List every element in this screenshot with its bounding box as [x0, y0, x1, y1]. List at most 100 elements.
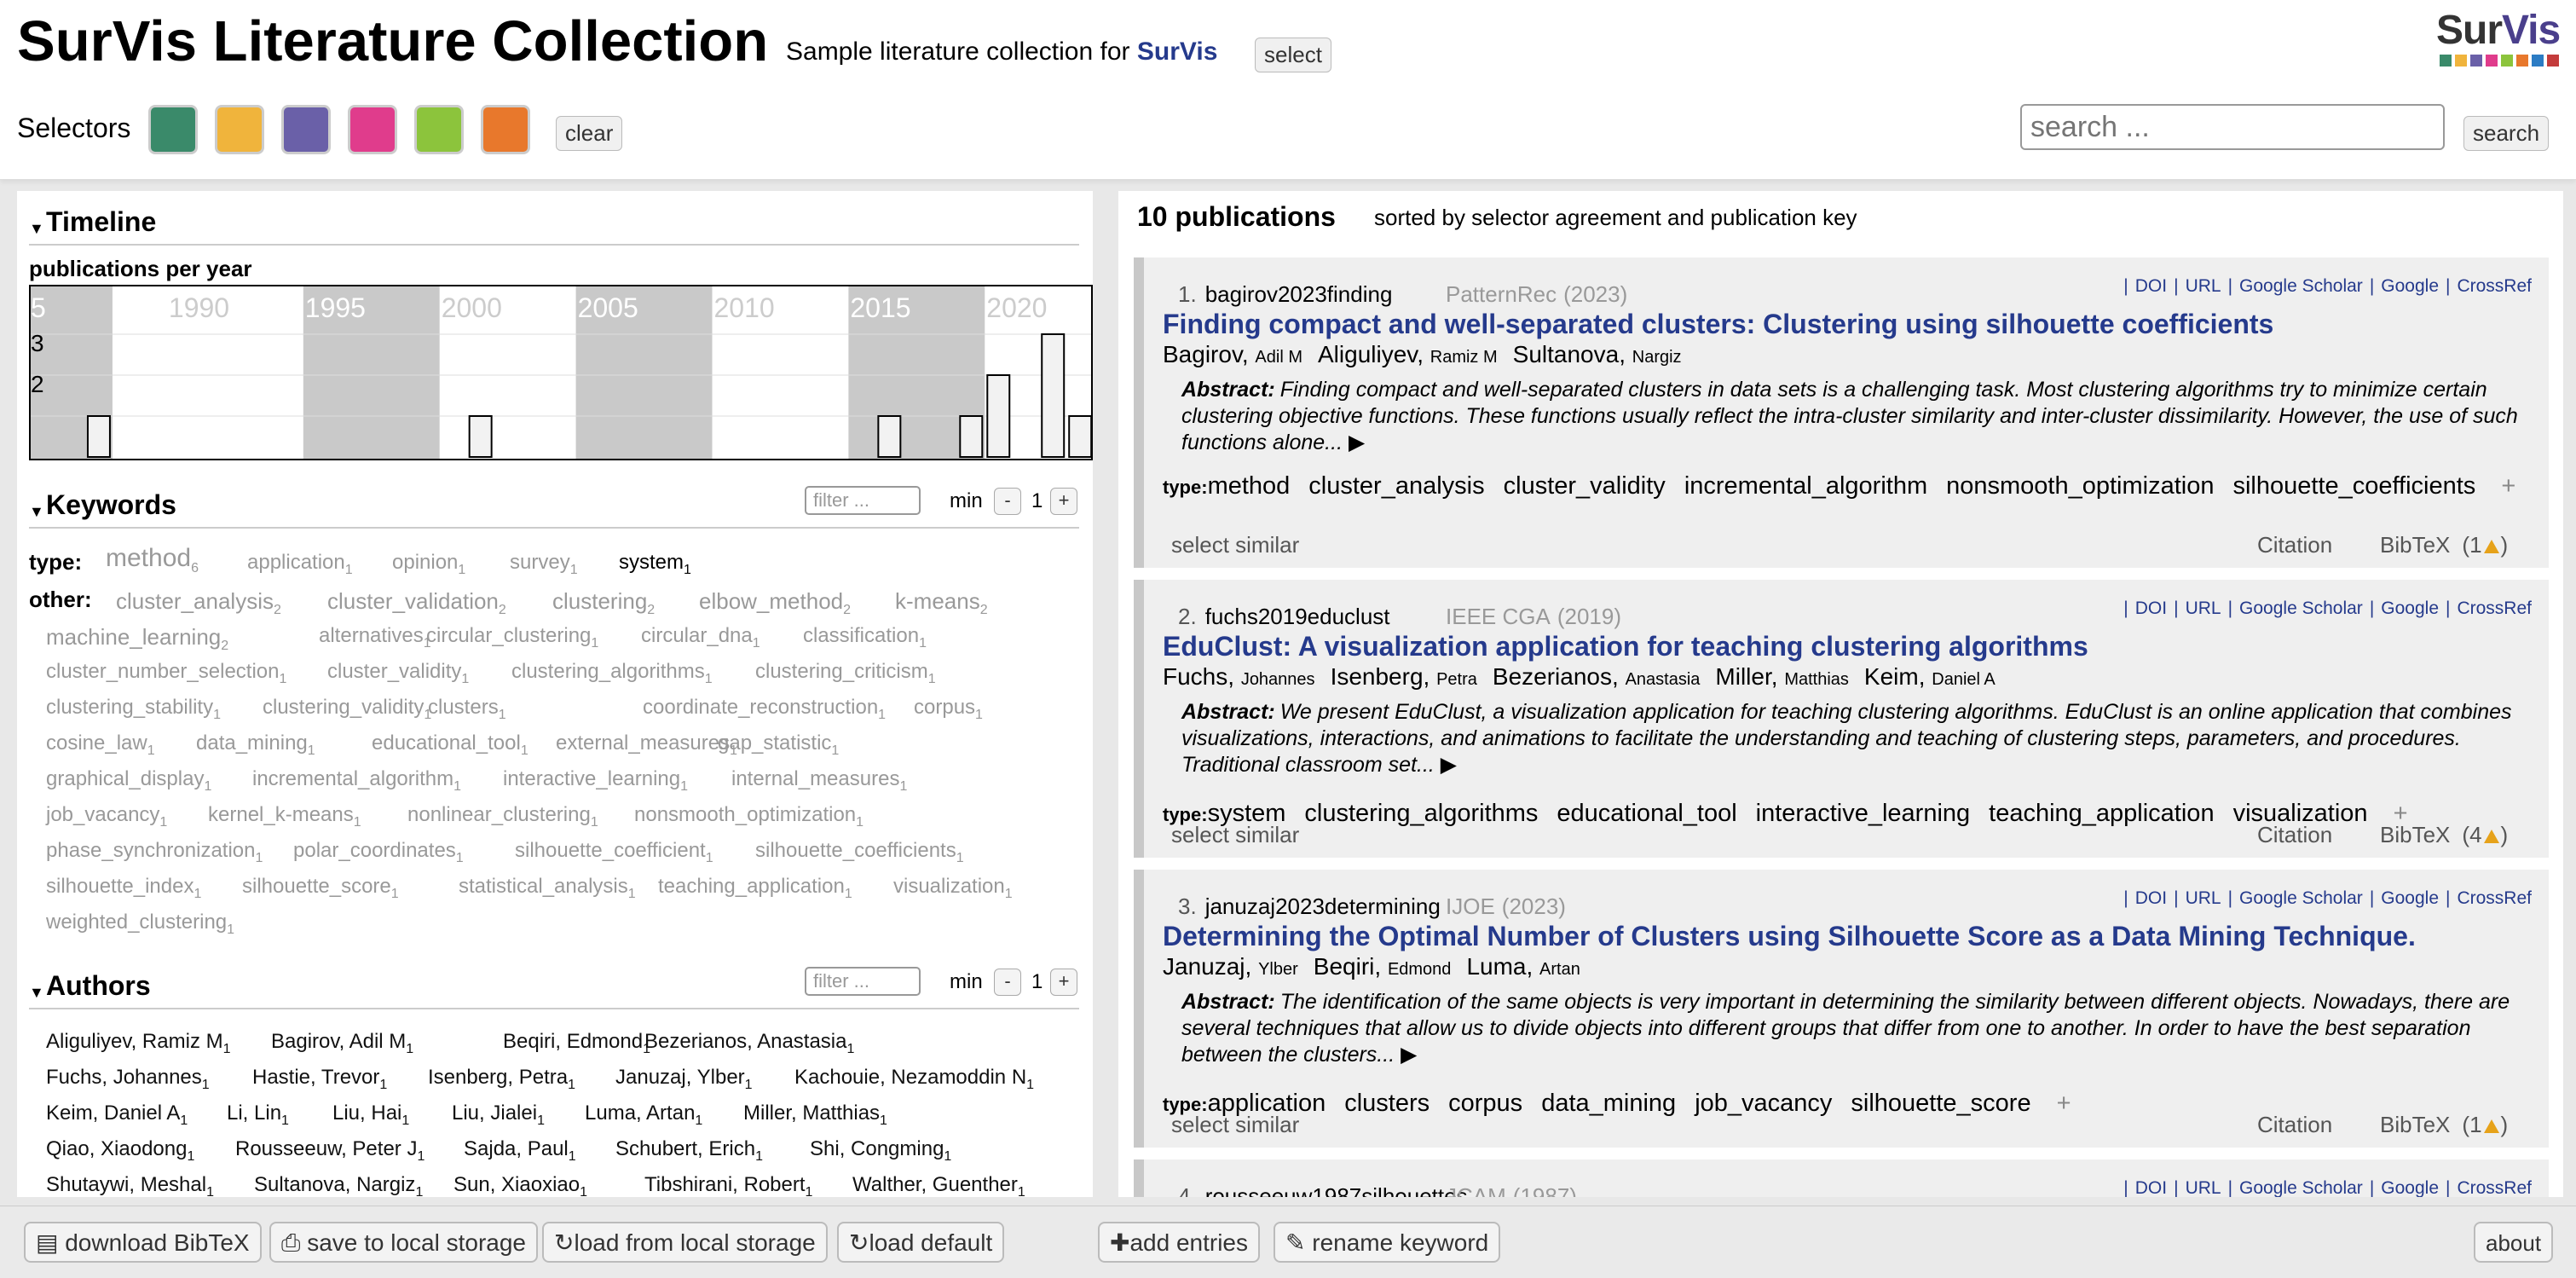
author-last-name[interactable]: Januzaj [1163, 953, 1245, 980]
link-doi[interactable]: DOI [2135, 276, 2167, 296]
keyword-item[interactable]: elbow_method2 [699, 588, 851, 618]
author-item[interactable]: Schubert, Erich1 [615, 1137, 763, 1165]
link-google-scholar[interactable]: Google Scholar [2239, 888, 2363, 908]
selector-button-3[interactable] [281, 105, 331, 154]
bibtex-button[interactable]: BibTeX (1) [2380, 1112, 2508, 1138]
keyword-tag[interactable]: cluster_analysis [1308, 472, 1484, 500]
select-similar-button[interactable]: select similar [1171, 1112, 1299, 1138]
selector-button-1[interactable] [148, 105, 198, 154]
keyword-item[interactable]: cluster_validity1 [327, 660, 469, 687]
author-item[interactable]: Qiao, Xiaodong1 [46, 1137, 194, 1165]
author-first-name[interactable]: Johannes [1241, 670, 1315, 689]
author-first-name[interactable]: Nargiz [1632, 348, 1682, 367]
author-item[interactable]: Hastie, Trevor1 [252, 1066, 387, 1093]
author-first-name[interactable]: Daniel A [1932, 670, 1996, 689]
link-crossref[interactable]: CrossRef [2457, 888, 2532, 908]
keyword-type-item[interactable]: opinion1 [392, 551, 465, 578]
link-google[interactable]: Google [2381, 276, 2439, 296]
bibtex-button[interactable]: BibTeX (4) [2380, 822, 2508, 848]
keyword-item[interactable]: cosine_law1 [46, 732, 155, 759]
publication-title[interactable]: EduClust: A visualization application fo… [1163, 631, 2088, 662]
search-button[interactable]: search [2463, 116, 2550, 151]
abstract-text[interactable]: We present EduClust, a visualization app… [1181, 700, 2512, 777]
keyword-item[interactable]: polar_coordinates1 [293, 839, 464, 866]
keyword-item[interactable]: interactive_learning1 [503, 767, 688, 795]
keyword-tag[interactable]: educational_tool [1557, 800, 1736, 827]
link-google-scholar[interactable]: Google Scholar [2239, 276, 2363, 296]
keyword-min-decrement-button[interactable]: - [994, 488, 1021, 515]
link-crossref[interactable]: CrossRef [2457, 1178, 2532, 1197]
author-item[interactable]: Januzaj, Ylber1 [615, 1066, 753, 1093]
publication-entry[interactable]: 4. rousseeuw1987silhouettes JCAM (1987) | DOI… [1134, 1159, 2549, 1197]
link-doi[interactable]: DOI [2135, 888, 2167, 908]
author-first-name[interactable]: Adil M [1255, 348, 1302, 367]
author-first-name[interactable]: Ylber [1258, 960, 1298, 979]
keyword-item[interactable]: cluster_analysis2 [116, 588, 281, 618]
link-google[interactable]: Google [2381, 599, 2439, 618]
keyword-type-item[interactable]: system1 [619, 551, 691, 578]
author-item[interactable]: Fuchs, Johannes1 [46, 1066, 210, 1093]
keyword-item[interactable]: clustering_stability1 [46, 696, 221, 723]
publication-title[interactable]: Finding compact and well-separated clust… [1163, 309, 2273, 340]
bibtex-button[interactable]: BibTeX (1) [2380, 532, 2508, 558]
keyword-type-item[interactable]: survey1 [510, 551, 578, 578]
author-item[interactable]: Walther, Guenther1 [852, 1173, 1025, 1197]
link-url[interactable]: URL [2186, 276, 2221, 296]
author-last-name[interactable]: Fuchs [1163, 663, 1227, 690]
keyword-tag[interactable]: interactive_learning [1756, 800, 1970, 827]
keyword-item[interactable]: phase_synchronization1 [46, 839, 263, 866]
select-similar-button[interactable]: select similar [1171, 822, 1299, 848]
keyword-item[interactable]: educational_tool1 [372, 732, 528, 759]
keyword-tag[interactable]: cluster_validity [1504, 472, 1666, 500]
author-item[interactable]: Liu, Hai1 [332, 1102, 409, 1129]
keyword-item[interactable]: teaching_application1 [658, 875, 852, 902]
link-doi[interactable]: DOI [2135, 1178, 2167, 1197]
keyword-min-increment-button[interactable]: + [1050, 488, 1077, 515]
about-button[interactable]: about [2474, 1222, 2554, 1263]
author-item[interactable]: Luma, Artan1 [585, 1102, 702, 1129]
rename-keyword-button[interactable]: ✎ rename keyword [1274, 1222, 1501, 1263]
keyword-item[interactable]: machine_learning2 [46, 624, 228, 654]
author-item[interactable]: Shutaywi, Meshal1 [46, 1173, 214, 1197]
author-item[interactable]: Bagirov, Adil M1 [271, 1030, 413, 1057]
publication-entry[interactable]: 1. bagirov2023finding PatternRec (2023) | DOI… [1134, 257, 2549, 568]
timeline-chart[interactable]: 5 1990 1995 2000 2005 2010 2015 2020 3 2 [29, 285, 1093, 460]
keyword-item[interactable]: silhouette_coefficient1 [515, 839, 713, 866]
keyword-type-item[interactable]: application1 [247, 551, 353, 578]
author-last-name[interactable]: Miller [1715, 663, 1770, 690]
keyword-item[interactable]: silhouette_coefficients1 [755, 839, 964, 866]
keyword-item[interactable]: gap_statistic1 [718, 732, 839, 759]
link-crossref[interactable]: CrossRef [2457, 599, 2532, 618]
author-min-increment-button[interactable]: + [1050, 969, 1077, 996]
keyword-item[interactable]: clustering_criticism1 [755, 660, 936, 687]
citation-button[interactable]: Citation [2257, 532, 2332, 558]
author-item[interactable]: Kachouie, Nezamoddin N1 [794, 1066, 1034, 1093]
keyword-item[interactable]: statistical_analysis1 [459, 875, 636, 902]
keyword-item[interactable]: clustering2 [552, 588, 655, 618]
author-last-name[interactable]: Keim [1864, 663, 1919, 690]
author-first-name[interactable]: Ramiz M [1430, 348, 1498, 367]
keyword-item[interactable]: circular_dna1 [641, 624, 760, 651]
author-item[interactable]: Sun, Xiaoxiao1 [453, 1173, 587, 1197]
author-last-name[interactable]: Luma [1466, 953, 1526, 980]
keyword-tag[interactable]: corpus [1448, 1090, 1522, 1117]
publication-title[interactable]: Determining the Optimal Number of Cluste… [1163, 921, 2416, 952]
author-item[interactable]: Keim, Daniel A1 [46, 1102, 188, 1129]
search-input[interactable] [2020, 104, 2445, 150]
author-item[interactable]: Isenberg, Petra1 [428, 1066, 575, 1093]
author-item[interactable]: Sajda, Paul1 [464, 1137, 576, 1165]
author-first-name[interactable]: Petra [1436, 670, 1477, 689]
publication-entry[interactable]: 2. fuchs2019educlust IEEE CGA (2019) | DOI | UR… [1134, 580, 2549, 858]
author-item[interactable]: Tibshirani, Robert1 [644, 1173, 812, 1197]
keyword-item[interactable]: k-means2 [895, 588, 988, 618]
author-last-name[interactable]: Bezerianos [1493, 663, 1612, 690]
publication-entry[interactable]: 3. januzaj2023determining IJOE (2023) | DOI | U… [1134, 870, 2549, 1148]
author-last-name[interactable]: Aliguliyev [1318, 341, 1417, 367]
keyword-type-item[interactable]: method6 [106, 544, 199, 576]
keyword-tag[interactable]: clusters [1344, 1090, 1430, 1117]
link-google-scholar[interactable]: Google Scholar [2239, 599, 2363, 618]
keyword-item[interactable]: kernel_k-means1 [208, 803, 361, 830]
keyword-item[interactable]: clustering_validity1 [263, 696, 431, 723]
keyword-item[interactable]: graphical_display1 [46, 767, 211, 795]
link-google-scholar[interactable]: Google Scholar [2239, 1178, 2363, 1197]
